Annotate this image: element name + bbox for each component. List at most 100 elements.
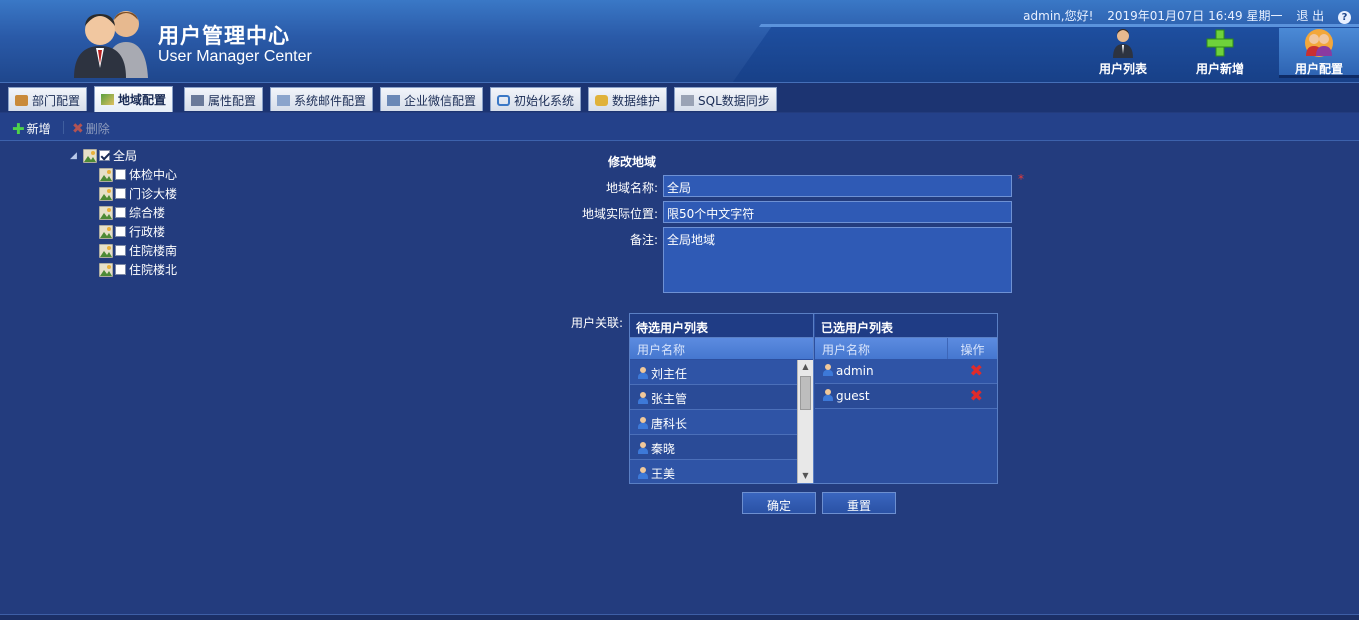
tab-system-mail[interactable]: 系统邮件配置 (270, 87, 374, 111)
user-icon (823, 364, 833, 376)
list-item[interactable]: 秦晓 (630, 435, 797, 460)
user-config-icon (1305, 29, 1333, 57)
header-decoration (730, 26, 1359, 82)
tree-checkbox[interactable] (115, 207, 126, 218)
region-icon (101, 94, 114, 105)
nav-user-list-label: 用户列表 (1098, 62, 1147, 76)
list-item[interactable]: 刘主任 (630, 360, 797, 385)
tab-attribute[interactable]: 属性配置 (184, 87, 264, 111)
tree-checkbox[interactable] (115, 226, 126, 237)
tree-label: 体检中心 (129, 168, 178, 182)
list-item[interactable]: 王美 (630, 460, 797, 483)
tab-sql-sync[interactable]: SQL数据同步 (674, 87, 777, 111)
nav-add-user-label: 用户新增 (1195, 62, 1244, 76)
help-icon[interactable]: ? (1338, 11, 1351, 24)
region-node-icon (99, 167, 113, 182)
app-subtitle: User Manager Center (158, 48, 312, 65)
sql-icon (681, 95, 694, 106)
action-toolbar: ✚ 新增 ✖ 删除 (0, 113, 1359, 141)
region-node-icon (99, 224, 113, 239)
pending-users-title: 待选用户列表 (630, 314, 813, 338)
tree-node[interactable]: 住院楼北 (99, 260, 177, 279)
scroll-down-icon[interactable]: ▼ (798, 469, 813, 483)
add-button[interactable]: ✚ 新增 (12, 120, 51, 137)
region-node-icon (99, 262, 113, 277)
users-logo-icon (74, 11, 148, 78)
collapse-triangle-icon[interactable]: ◢ (70, 151, 80, 161)
tree-label: 综合楼 (129, 206, 166, 220)
confirm-button[interactable]: 确定 (742, 492, 816, 514)
remark-textarea[interactable]: 全局地域 (663, 227, 1012, 293)
tree-label: 住院楼北 (129, 263, 178, 277)
user-icon (638, 392, 648, 404)
user-topbar: admin,您好! 2019年01月07日 16:49 星期一 退 出 ? (1013, 7, 1351, 24)
department-icon (15, 95, 28, 106)
tree-label: 行政楼 (129, 225, 166, 239)
greeting-text: admin,您好! (1023, 9, 1094, 23)
tree-node[interactable]: 行政楼 (99, 222, 165, 241)
list-item[interactable]: 唐科长 (630, 410, 797, 435)
tree-node[interactable]: 门诊大楼 (99, 184, 177, 203)
pending-users-pane: 待选用户列表 用户名称 刘主任 张主管 唐科长 秦晓 王美 ▲ ▼ (630, 314, 814, 483)
remove-user-icon[interactable]: ✖ (970, 361, 983, 380)
user-icon (638, 417, 648, 429)
nav-add-user[interactable]: 用户新增 (1180, 28, 1260, 78)
region-node-icon (99, 205, 113, 220)
tab-data-maintenance[interactable]: 数据维护 (588, 87, 668, 111)
tree-node-root[interactable]: ◢ 全局 (70, 146, 137, 165)
reset-button[interactable]: 重置 (822, 492, 896, 514)
database-icon (595, 95, 608, 106)
datetime-text: 2019年01月07日 16:49 星期一 (1107, 9, 1283, 23)
remove-user-icon[interactable]: ✖ (970, 386, 983, 405)
attribute-icon (191, 95, 204, 106)
tree-checkbox-root[interactable] (99, 150, 110, 161)
region-node-icon (99, 243, 113, 258)
tree-checkbox[interactable] (115, 188, 126, 199)
region-name-input[interactable]: 全局 (663, 175, 1012, 197)
scroll-up-icon[interactable]: ▲ (798, 360, 813, 374)
header-decoration-line (758, 24, 1359, 27)
toolbar-divider (63, 121, 64, 134)
user-icon (638, 467, 648, 479)
wechat-icon (387, 95, 400, 106)
region-location-label: 地域实际位置: (581, 207, 658, 221)
user-icon (638, 367, 648, 379)
tree-checkbox[interactable] (115, 264, 126, 275)
table-row: admin ✖ (815, 359, 997, 384)
delete-button[interactable]: ✖ 删除 (72, 120, 110, 137)
pending-column-header: 用户名称 (630, 338, 813, 359)
nav-user-config[interactable]: 用户配置 (1279, 28, 1359, 78)
table-row: guest ✖ (815, 384, 997, 409)
list-item[interactable]: 张主管 (630, 385, 797, 410)
tree-node[interactable]: 综合楼 (99, 203, 165, 222)
tab-region[interactable]: 地域配置 (94, 86, 174, 112)
tab-department[interactable]: 部门配置 (8, 87, 88, 111)
mail-icon (277, 95, 290, 106)
scroll-thumb[interactable] (800, 376, 811, 410)
plus-icon: ✚ (12, 120, 25, 138)
selected-column-header: 用户名称 操作 (815, 338, 997, 359)
nav-user-config-label: 用户配置 (1294, 62, 1343, 76)
tree-node[interactable]: 体检中心 (99, 165, 177, 184)
region-node-icon (99, 186, 113, 201)
logout-link[interactable]: 退 出 (1296, 9, 1324, 23)
pending-user-list: 刘主任 张主管 唐科长 秦晓 王美 (630, 360, 797, 483)
user-association-label: 用户关联: (570, 316, 623, 330)
user-list-icon (1113, 29, 1133, 58)
selected-users-title: 已选用户列表 (815, 314, 997, 338)
tab-wechat[interactable]: 企业微信配置 (380, 87, 484, 111)
remark-label: 备注: (629, 233, 658, 247)
action-column-header: 操作 (947, 338, 997, 359)
region-node-icon (83, 148, 97, 163)
user-association-panel: 待选用户列表 用户名称 刘主任 张主管 唐科长 秦晓 王美 ▲ ▼ 已选用户列表… (629, 313, 998, 484)
tree-label: 住院楼南 (129, 244, 178, 258)
pending-list-scrollbar[interactable]: ▲ ▼ (797, 360, 813, 483)
tab-init-system[interactable]: 初始化系统 (490, 87, 582, 111)
nav-user-list[interactable]: 用户列表 (1083, 28, 1163, 78)
tab-bar: 部门配置 地域配置 属性配置 系统邮件配置 企业微信配置 初始化系统 数据维护 … (0, 82, 1359, 112)
tree-node[interactable]: 住院楼南 (99, 241, 177, 260)
tree-checkbox[interactable] (115, 169, 126, 180)
region-location-input[interactable]: 限50个中文字符 (663, 201, 1012, 223)
region-name-label: 地域名称: (605, 181, 658, 195)
tree-checkbox[interactable] (115, 245, 126, 256)
